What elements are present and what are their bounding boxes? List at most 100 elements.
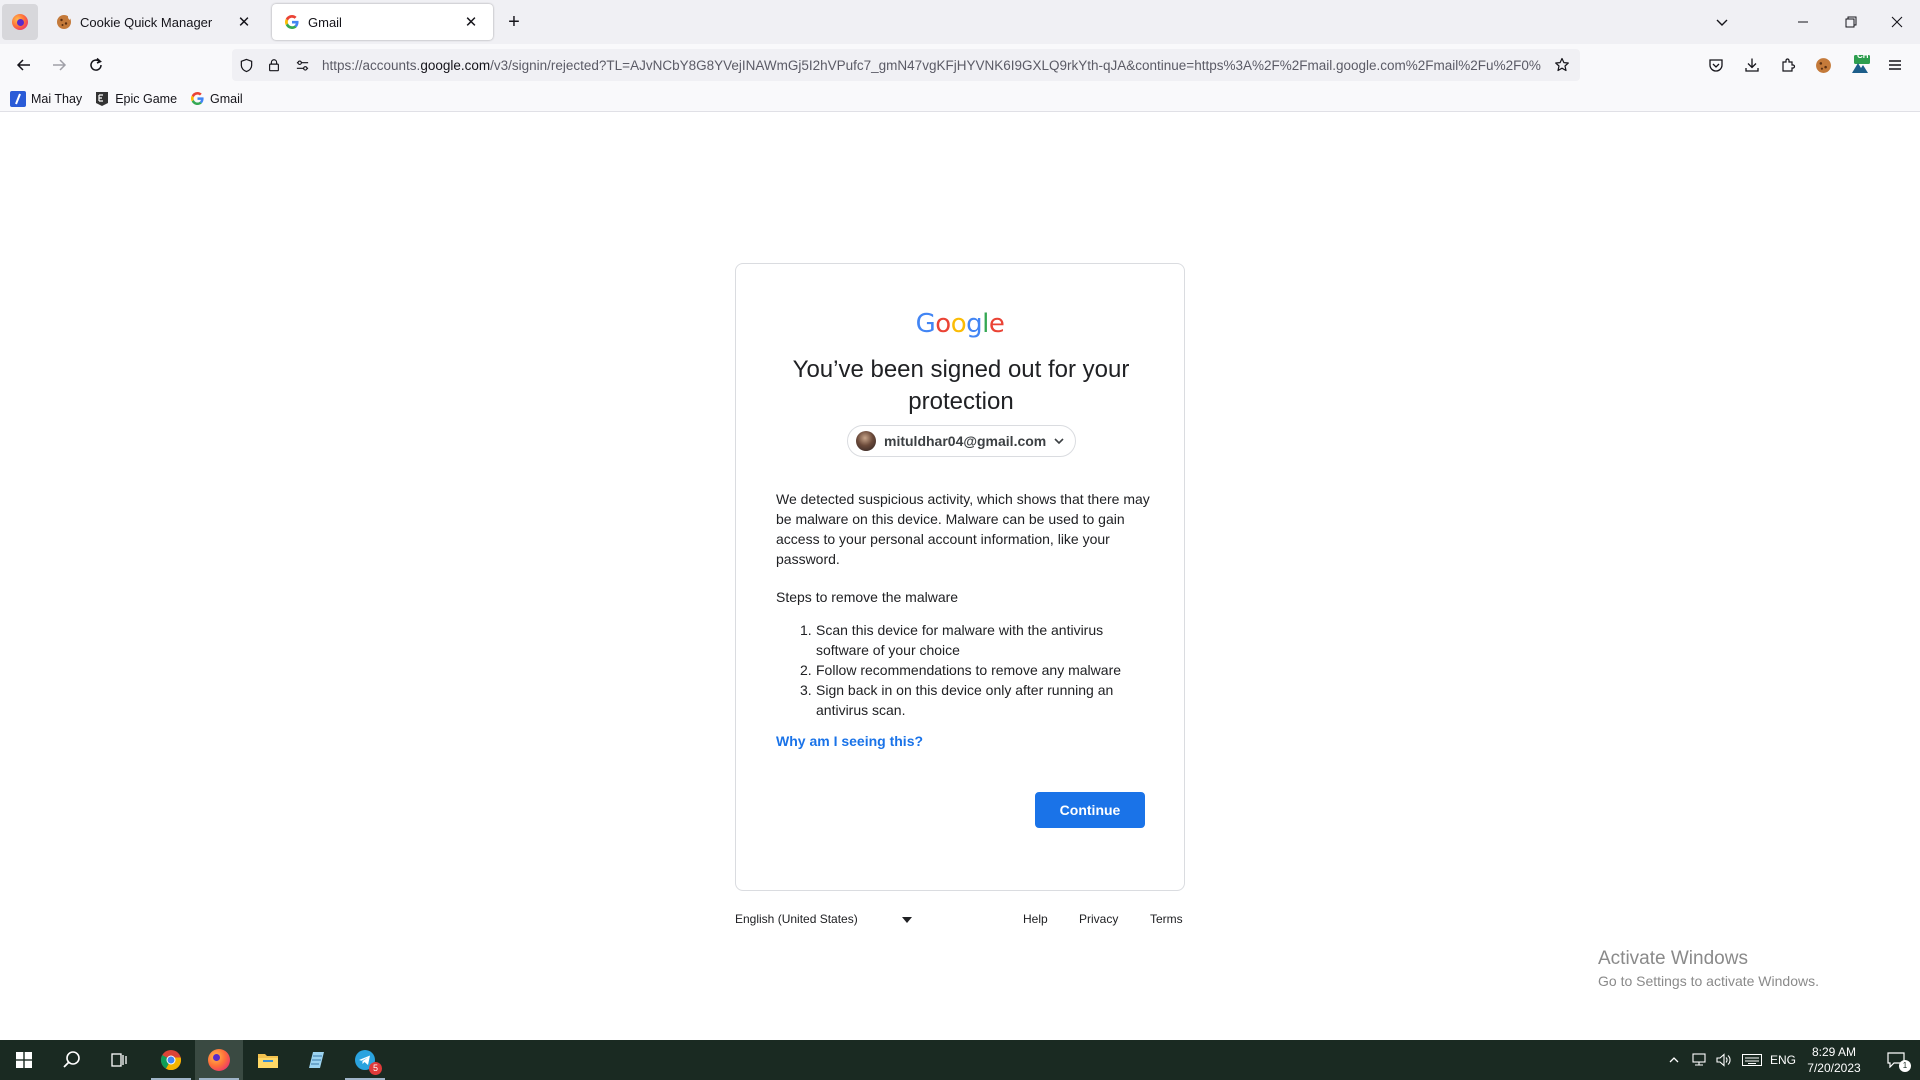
chevron-up-icon [1669, 1057, 1679, 1063]
reload-icon [90, 57, 102, 71]
shield-icon[interactable] [232, 51, 260, 79]
close-tab-icon[interactable]: ✕ [234, 12, 254, 32]
network-tray[interactable] [1688, 1040, 1712, 1080]
network-icon [1692, 1053, 1706, 1066]
keyboard-icon [1742, 1054, 1762, 1066]
firefox-view-button[interactable] [2, 4, 38, 40]
logo-letter: g [966, 309, 983, 339]
tab-title: Cookie Quick Manager [80, 14, 213, 30]
privacy-link[interactable]: Privacy [1079, 912, 1118, 926]
language-select[interactable]: English (United States) [735, 912, 915, 926]
extension-ch-button[interactable]: CH [1845, 50, 1875, 80]
app-menu-button[interactable] [1880, 50, 1910, 80]
chrome-icon [160, 1050, 182, 1071]
bookmark-gmail[interactable]: Gmail [189, 91, 243, 107]
bookmark-label: Mai Thay [31, 91, 83, 106]
pocket-button[interactable] [1701, 50, 1731, 80]
bookmark-mai-thay[interactable]: Mai Thay [10, 90, 83, 107]
search-icon [63, 1051, 80, 1068]
notification-count: 1 [1899, 1060, 1911, 1072]
task-view-button[interactable] [96, 1040, 144, 1080]
step-number: 2. [800, 662, 812, 678]
step-text: Scan this device for malware with the an… [816, 622, 1104, 658]
reload-button[interactable] [81, 50, 111, 80]
google-g-icon [189, 91, 205, 107]
step-number: 1. [800, 622, 812, 638]
search-button[interactable] [48, 1040, 96, 1080]
forward-button[interactable] [44, 50, 74, 80]
logo-letter: o [950, 309, 967, 339]
start-button[interactable] [0, 1040, 48, 1080]
bookmark-label: Gmail [210, 91, 243, 106]
back-button[interactable] [9, 50, 39, 80]
bookmarks-toolbar: Mai Thay Epic Game Gmail [0, 86, 1920, 112]
list-item: 1. Scan this device for malware with the … [800, 620, 1146, 660]
chevron-down-icon [1716, 19, 1728, 26]
activate-windows-watermark: Activate Windows Go to Settings to activ… [1598, 948, 1819, 989]
arrow-right-icon [53, 59, 67, 71]
account-email: mituldhar04@gmail.com [884, 433, 1047, 449]
address-bar[interactable]: https://accounts.google.com/v3/signin/re… [232, 49, 1580, 81]
google-g-icon [284, 14, 300, 30]
taskbar-chrome[interactable] [147, 1040, 195, 1080]
why-am-i-seeing-this-link[interactable]: Why am I seeing this? [776, 733, 923, 749]
notification-badge: 5 [369, 1062, 382, 1075]
bookmark-favicon [10, 90, 26, 107]
clock-time: 8:29 AM [1811, 1045, 1857, 1059]
watermark-subtitle: Go to Settings to activate Windows. [1598, 973, 1819, 989]
logo-letter: l [982, 309, 989, 339]
taskbar-firefox[interactable] [195, 1040, 243, 1080]
taskbar-telegram[interactable]: 5 [341, 1040, 389, 1080]
touch-keyboard-tray[interactable] [1738, 1040, 1766, 1080]
restore-button[interactable] [1828, 0, 1874, 44]
arrow-left-icon [16, 59, 30, 71]
url-text[interactable]: https://accounts.google.com/v3/signin/re… [316, 58, 1548, 73]
extension-badge: CH [1857, 51, 1869, 60]
cookie-icon [56, 14, 72, 30]
show-hidden-icons-button[interactable] [1662, 1040, 1686, 1080]
page-footer: English (United States) Help Privacy Ter… [735, 912, 1185, 932]
steps-list: 1. Scan this device for malware with the … [800, 620, 1146, 720]
watermark-title: Activate Windows [1598, 948, 1748, 969]
minimize-icon [1798, 21, 1808, 23]
pocket-icon [1709, 59, 1723, 72]
new-tab-button[interactable]: + [502, 10, 526, 34]
close-tab-icon[interactable]: ✕ [461, 12, 481, 32]
notepad-icon [309, 1052, 324, 1068]
lock-icon[interactable] [260, 51, 288, 79]
download-icon [1745, 58, 1759, 72]
help-link[interactable]: Help [1023, 912, 1048, 926]
bookmark-epic-game[interactable]: Epic Game [94, 91, 177, 107]
minimize-button[interactable] [1780, 0, 1826, 44]
list-all-tabs-button[interactable] [1710, 10, 1734, 34]
tab-gmail[interactable]: Gmail ✕ [272, 4, 493, 40]
folder-icon [258, 1054, 278, 1068]
logo-letter: e [988, 309, 1005, 339]
star-bookmark-icon[interactable] [1548, 51, 1576, 79]
navigation-toolbar: https://accounts.google.com/v3/signin/re… [0, 44, 1920, 86]
firefox-icon [12, 14, 28, 30]
volume-tray[interactable] [1712, 1040, 1736, 1080]
cookie-quick-manager-button[interactable] [1808, 50, 1838, 80]
restore-icon [1845, 16, 1857, 28]
account-chooser[interactable]: mituldhar04@gmail.com [847, 425, 1076, 457]
taskbar-notepad[interactable] [292, 1040, 340, 1080]
terms-link[interactable]: Terms [1150, 912, 1183, 926]
taskbar-clock[interactable]: 8:29 AM 7/20/2023 [1794, 1044, 1874, 1076]
step-text: Follow recommendations to remove any mal… [816, 662, 1122, 678]
page-title: You’ve been signed out for your protecti… [792, 356, 1130, 415]
tab-title: Gmail [308, 14, 342, 30]
step-number: 3. [800, 682, 812, 698]
extensions-button[interactable] [1773, 50, 1803, 80]
continue-button[interactable]: Continue [1035, 792, 1145, 828]
cookie-icon [1815, 57, 1831, 73]
list-item: 2. Follow recommendations to remove any m… [800, 660, 1146, 680]
close-window-button[interactable] [1874, 0, 1920, 44]
google-logo: Google [736, 309, 1184, 339]
tab-cookie-quick-manager[interactable]: Cookie Quick Manager ✕ [44, 4, 266, 40]
permissions-icon[interactable] [288, 51, 316, 79]
taskbar-file-explorer[interactable] [244, 1040, 292, 1080]
downloads-button[interactable] [1737, 50, 1767, 80]
action-center-button[interactable]: 1 [1876, 1040, 1916, 1080]
logo-letter: G [915, 309, 936, 339]
